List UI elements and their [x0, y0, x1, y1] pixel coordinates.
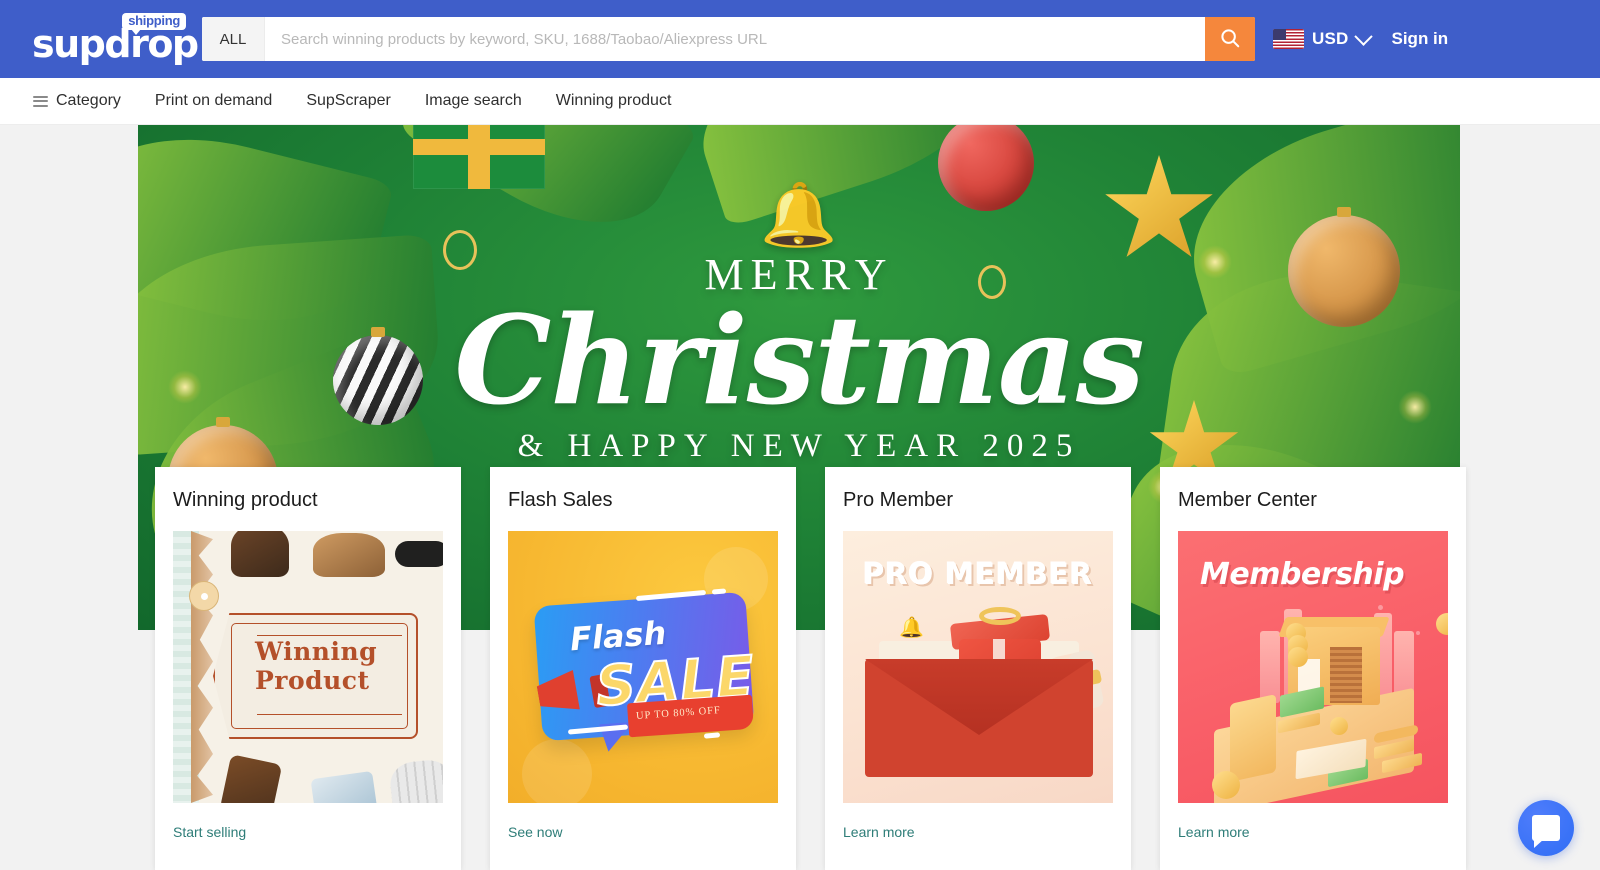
logo-shipping-badge: shipping [122, 13, 186, 35]
hamburger-icon [33, 95, 48, 107]
card-link-learn-more-member[interactable]: Learn more [1178, 824, 1448, 840]
nav-item-winning-product[interactable]: Winning product [556, 92, 672, 110]
card-image-member-center: Membership [1178, 531, 1448, 803]
small-bell-icon: 🔔 [899, 617, 924, 639]
card-image-pro-member: PRO MEMBER 🔔 [843, 531, 1113, 803]
card-title: Winning product [173, 489, 318, 511]
search-category-selector[interactable]: ALL [202, 17, 265, 61]
circle-decor [522, 739, 592, 803]
product-decor [310, 770, 378, 803]
dash-decor [703, 732, 721, 739]
tower-decor [1260, 631, 1280, 703]
phone-decor [1230, 694, 1276, 782]
nav-item-print-on-demand[interactable]: Print on demand [155, 92, 272, 110]
search-icon [1219, 27, 1241, 52]
banner-line-christmas: Christmas [454, 288, 1144, 432]
us-flag-icon [1273, 29, 1304, 49]
card-link-see-now[interactable]: See now [508, 824, 778, 840]
card-title: Pro Member [843, 489, 954, 511]
search-input[interactable] [265, 17, 1205, 61]
dot-decor [1416, 631, 1420, 635]
nav-label: Print on demand [154, 92, 273, 109]
torn-paper-decor [191, 531, 213, 803]
christmas-bell-icon: 🔔 [760, 181, 838, 250]
nav-label: Winning product [555, 92, 672, 109]
coin-decor [1288, 647, 1308, 667]
main-nav: Category Print on demand SupScraper Imag… [0, 78, 1600, 125]
membership-heading: Membership [1200, 557, 1405, 592]
chevron-down-icon[interactable] [1353, 26, 1373, 46]
site-logo[interactable]: supdrop shipping [32, 13, 199, 63]
logo-wordmark: supdrop [32, 22, 199, 66]
shop-shutter-decor [1330, 647, 1362, 703]
tag-text: Winning Product [255, 637, 378, 695]
nav-label: Category [56, 92, 121, 109]
search-bar: ALL [202, 17, 1255, 61]
wallet-decor [219, 754, 283, 803]
gift-ribbon-decor [413, 139, 545, 155]
feature-card-row: Winning product Winning Product Start se… [155, 467, 1466, 870]
tag-eyelet-decor [189, 581, 219, 611]
keyboard-decor [388, 757, 443, 803]
card-title: Flash Sales [508, 489, 613, 511]
sneaker-decor [313, 533, 385, 577]
coin-decor [1330, 717, 1348, 735]
card-member-center[interactable]: Member Center Membership Learn more [1160, 467, 1466, 870]
card-link-start-selling[interactable]: Start selling [173, 824, 443, 840]
nav-label: Image search [424, 92, 522, 109]
nav-item-category[interactable]: Category [33, 92, 121, 110]
dot-decor [1378, 605, 1383, 610]
card-image-flash-sales: Flash SALE UP TO 80% OFF [508, 531, 778, 803]
banner-text-block: 🔔 MERRY Christmas & HAPPY NEW YEAR 2025 [138, 185, 1460, 465]
card-title: Member Center [1178, 489, 1317, 511]
shoe-decor [231, 531, 289, 577]
gift-bow-decor [979, 607, 1021, 625]
banner-line-new-year: & HAPPY NEW YEAR 2025 [517, 428, 1081, 464]
price-tag-shape: Winning Product [213, 613, 418, 739]
gift-ribbon-decor [468, 125, 490, 189]
nav-item-supscraper[interactable]: SupScraper [306, 92, 391, 110]
header-right-controls: USD Sign in [1273, 26, 1449, 49]
card-image-winning-product: Winning Product [173, 531, 443, 803]
currency-selector[interactable]: USD [1312, 29, 1349, 49]
nav-label: SupScraper [306, 92, 391, 109]
sign-in-link[interactable]: Sign in [1392, 29, 1449, 49]
chat-widget-button[interactable] [1518, 800, 1574, 856]
card-link-learn-more-pro[interactable]: Learn more [843, 824, 1113, 840]
top-header: supdrop shipping ALL USD Sign in [0, 0, 1600, 78]
search-button[interactable] [1205, 17, 1255, 61]
card-pro-member[interactable]: Pro Member PRO MEMBER 🔔 Learn more [825, 467, 1131, 870]
glasses-decor [395, 541, 443, 567]
coin-decor [1212, 771, 1240, 799]
pro-member-heading: PRO MEMBER [862, 557, 1094, 591]
card-flash-sales[interactable]: Flash Sales Flash SALE UP TO 80% OFF See… [490, 467, 796, 870]
nav-item-image-search[interactable]: Image search [425, 92, 522, 110]
card-winning-product[interactable]: Winning product Winning Product Start se… [155, 467, 461, 870]
chat-bubble-icon [1532, 815, 1560, 848]
coin-decor [1436, 613, 1448, 635]
